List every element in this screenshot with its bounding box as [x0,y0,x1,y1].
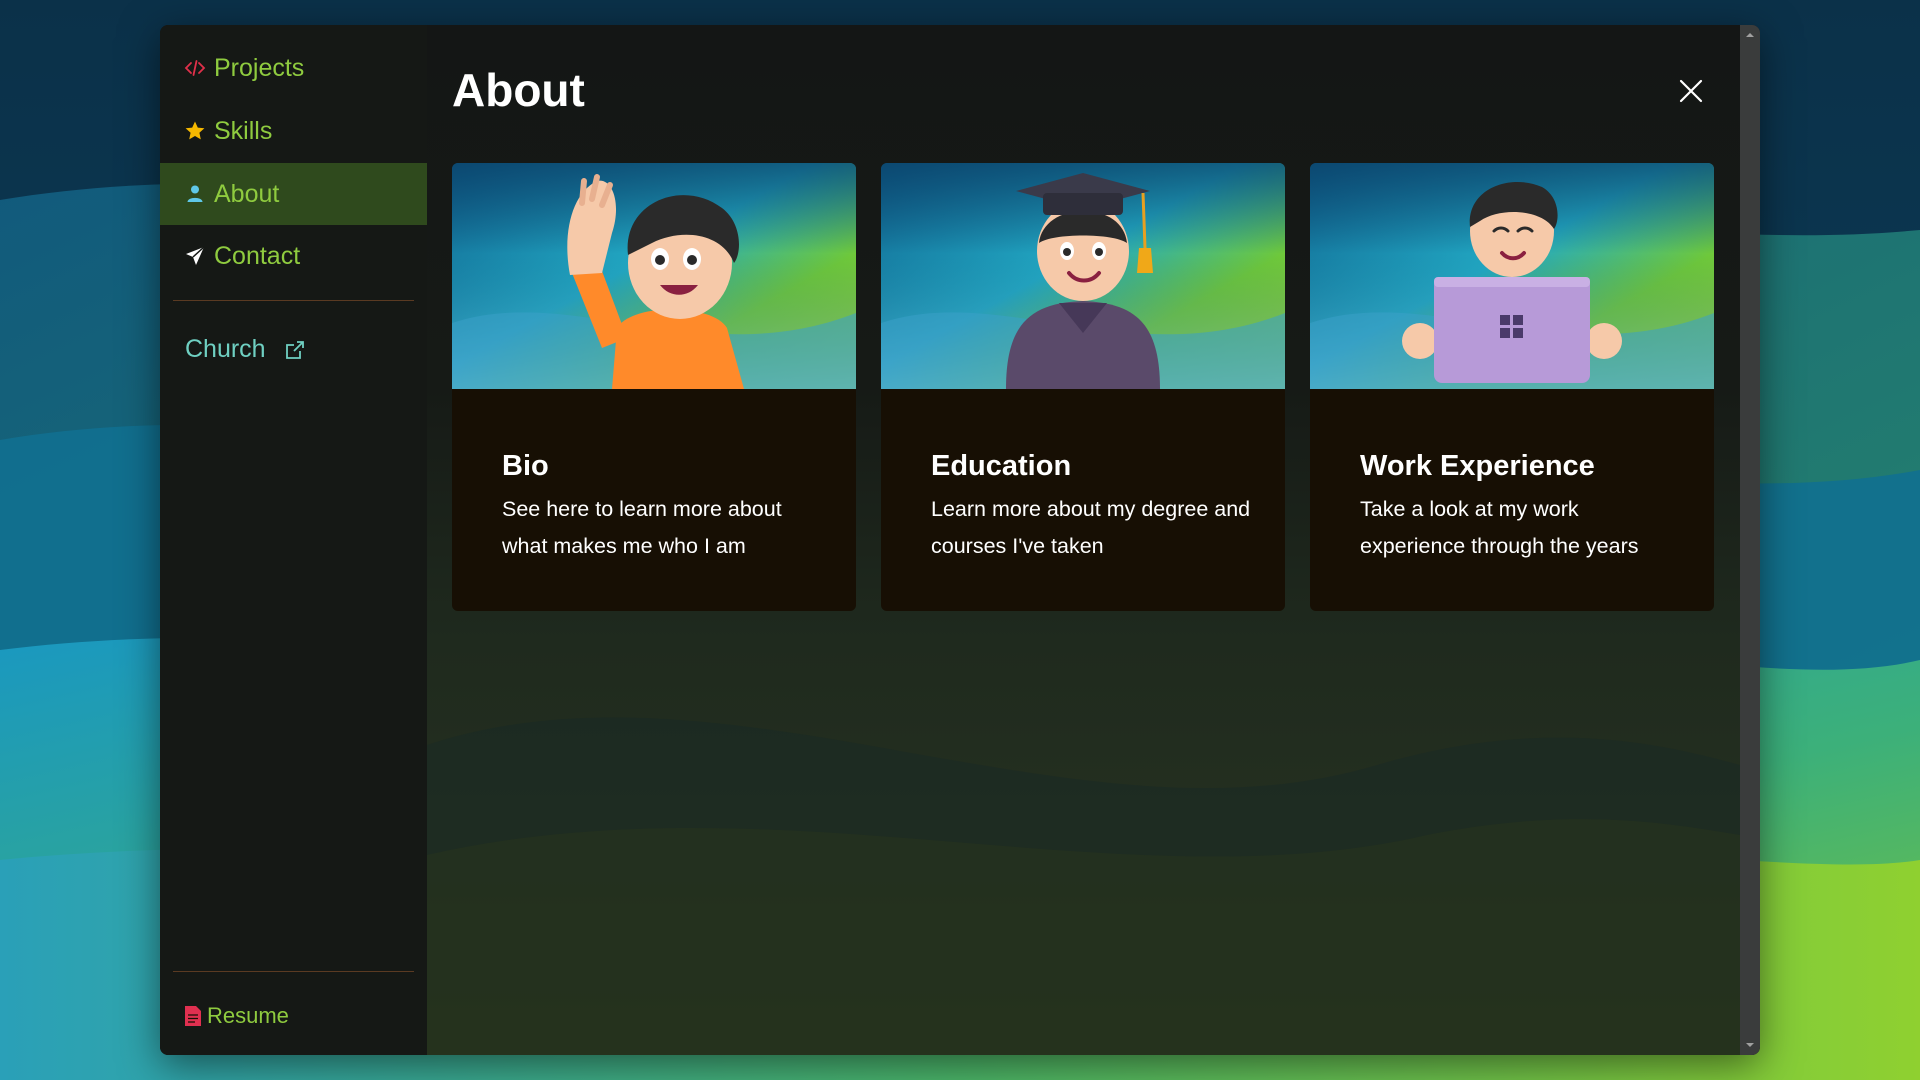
main-content: About Bio See here to learn more about w… [427,25,1740,1055]
sidebar-divider [173,300,414,301]
graduate-image [881,163,1285,389]
paper-plane-icon [184,245,206,267]
card-title: Education [931,450,1072,482]
sidebar-item-about[interactable]: About [160,163,427,225]
card-description: Learn more about my degree and courses I… [931,497,1251,558]
sidebar-divider [173,971,414,972]
sidebar-item-label: Contact [214,241,301,270]
sidebar-item-label: Skills [214,116,273,145]
external-link-icon [284,339,306,361]
modal-window: Projects Skills About Contact Church Res… [160,25,1760,1055]
document-icon [185,1006,201,1026]
card-description: Take a look at my work experience throug… [1360,497,1639,558]
person-with-laptop-image [1310,163,1714,389]
sidebar: Projects Skills About Contact Church Res… [160,25,427,1055]
card-work-experience[interactable]: Work Experience Take a look at my work e… [1310,163,1714,611]
sidebar-item-skills[interactable]: Skills [160,100,427,162]
arrow-down-icon [1746,1043,1754,1047]
scroll-down-button[interactable] [1740,1035,1760,1055]
card-title: Work Experience [1360,450,1595,482]
person-icon [184,183,206,205]
sidebar-item-label: About [214,179,280,208]
card-title: Bio [502,450,549,482]
resume-label: Resume [207,1003,289,1028]
sidebar-item-projects[interactable]: Projects [160,37,427,99]
page-title: About [452,64,585,116]
arrow-up-icon [1746,33,1754,37]
church-link-label: Church [185,335,266,363]
card-bio[interactable]: Bio See here to learn more about what ma… [452,163,856,611]
card-education[interactable]: Education Learn more about my degree and… [881,163,1285,611]
star-icon [184,120,206,142]
close-button[interactable] [1673,73,1709,109]
resume-link[interactable]: Resume [185,1003,289,1029]
close-icon [1679,79,1703,103]
scroll-up-button[interactable] [1740,25,1760,45]
waving-person-image [452,163,856,389]
sidebar-item-contact[interactable]: Contact [160,225,427,287]
church-link[interactable]: Church [185,335,306,364]
card-description: See here to learn more about what makes … [502,497,782,558]
code-icon [184,57,206,79]
sidebar-item-label: Projects [214,53,305,82]
scrollbar[interactable] [1740,25,1760,1055]
